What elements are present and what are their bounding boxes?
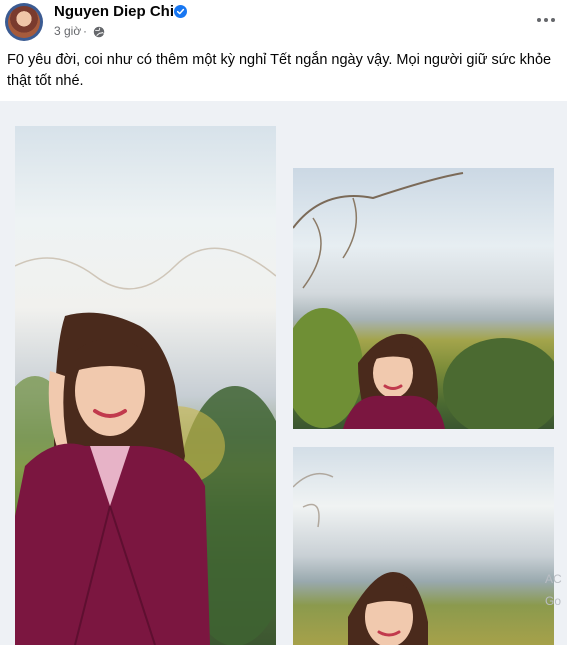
- globe-icon[interactable]: [93, 26, 105, 38]
- photo-3[interactable]: [293, 447, 554, 645]
- watermark-line-2: Go: [545, 594, 562, 608]
- more-options-icon-dot: [537, 18, 541, 22]
- meta-separator: ·: [83, 24, 87, 38]
- watermark: AC Go: [545, 568, 562, 612]
- avatar[interactable]: [5, 3, 43, 41]
- photo-2[interactable]: [293, 168, 554, 429]
- watermark-line-1: AC: [545, 572, 562, 586]
- more-options-button[interactable]: [530, 6, 562, 34]
- post-text: F0 yêu đời, coi như có thêm một kỳ nghỉ …: [7, 52, 552, 89]
- post-timestamp[interactable]: 3 giờ: [54, 24, 81, 38]
- more-options-icon-dot: [551, 18, 555, 22]
- avatar-photo: [8, 6, 40, 38]
- verified-badge-icon: [174, 5, 187, 18]
- photo-3-scene: [293, 472, 428, 645]
- photo-2-scene: [293, 172, 554, 429]
- more-options-icon-dot: [544, 18, 548, 22]
- author-name[interactable]: Nguyen Diep Chi: [54, 3, 174, 20]
- post-header: Nguyen Diep Chi 3 giờ ·: [0, 0, 567, 44]
- photo-1[interactable]: [15, 126, 276, 645]
- photo-1-scene: [15, 247, 276, 645]
